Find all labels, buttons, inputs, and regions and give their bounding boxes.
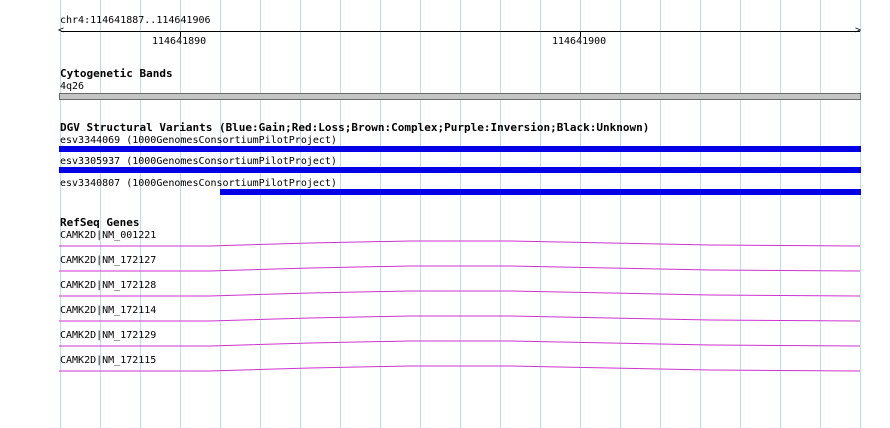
gene-model[interactable] [0,263,890,273]
gene-model[interactable] [0,313,890,323]
variant-label[interactable]: esv3305937 (1000GenomesConsortiumPilotPr… [60,156,337,167]
gene-model[interactable] [0,288,890,298]
gene-model[interactable] [0,338,890,348]
ruler-tick-label: 114641890 [152,36,207,47]
ruler-right-arrow-icon: > [855,25,862,36]
cytoband-bar[interactable] [59,93,861,100]
variant-label[interactable]: esv3344069 (1000GenomesConsortiumPilotPr… [60,135,337,146]
track-title: Cytogenetic Bands [60,67,173,80]
track-title: DGV Structural Variants (Blue:Gain;Red:L… [60,121,650,134]
gene-model[interactable] [0,363,890,373]
variant-label[interactable]: esv3340807 (1000GenomesConsortiumPilotPr… [60,178,337,189]
ruler-left-arrow-icon: < [58,25,65,36]
variant-bar[interactable] [59,146,861,152]
band-label: 4q26 [60,81,85,92]
variant-bar[interactable] [59,167,861,173]
genome-browser-panel[interactable]: chr4:114641887..114641906 < > 114641890 … [0,0,890,428]
track-title: RefSeq Genes [60,216,140,229]
position-label: chr4:114641887..114641906 [60,15,211,26]
ruler-tick-label: 114641900 [552,36,607,47]
variant-bar[interactable] [220,189,861,195]
gene-model[interactable] [0,238,890,248]
